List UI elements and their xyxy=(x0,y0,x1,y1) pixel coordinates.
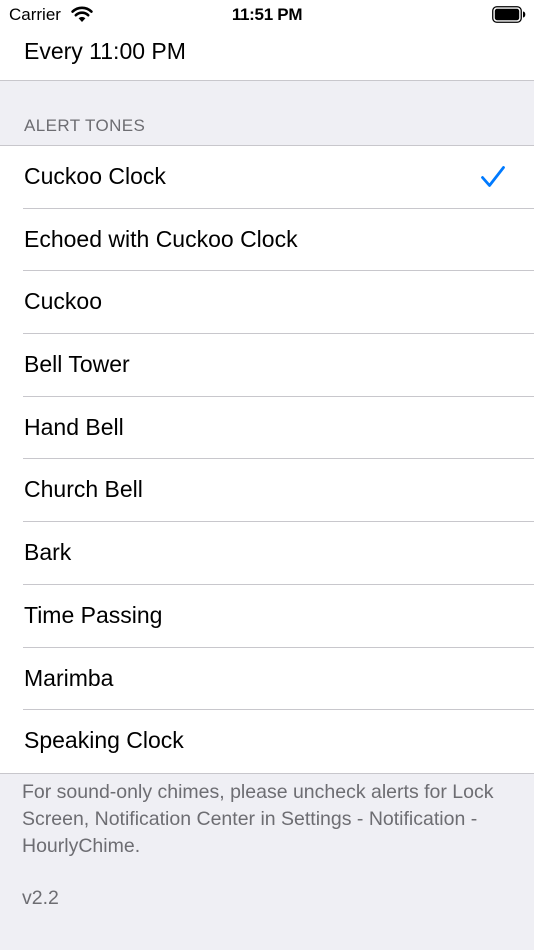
tone-label: Cuckoo xyxy=(24,288,102,315)
battery-icon xyxy=(492,6,526,23)
footer-note: For sound-only chimes, please uncheck al… xyxy=(22,781,494,857)
tone-label: Bark xyxy=(24,539,72,566)
schedule-label: Every 11:00 PM xyxy=(24,38,186,64)
schedule-cell[interactable]: Every 11:00 PM xyxy=(0,30,534,81)
tone-label: Church Bell xyxy=(24,476,143,503)
tone-label: Marimba xyxy=(24,664,114,691)
tone-label: Bell Tower xyxy=(24,351,130,378)
alert-tones-list: Cuckoo Clock Echoed with Cuckoo Clock Cu… xyxy=(0,145,534,774)
tone-row-cuckoo-clock[interactable]: Cuckoo Clock xyxy=(0,146,534,209)
tone-label: Echoed with Cuckoo Clock xyxy=(24,225,298,252)
tone-row-bell-tower[interactable]: Bell Tower xyxy=(0,334,534,397)
tone-label: Hand Bell xyxy=(24,413,124,440)
tone-row-hand-bell[interactable]: Hand Bell xyxy=(0,397,534,460)
tone-label: Time Passing xyxy=(24,601,163,628)
tone-label: Speaking Clock xyxy=(24,727,184,754)
tone-row-speaking-clock[interactable]: Speaking Clock xyxy=(0,710,534,773)
tone-row-cuckoo[interactable]: Cuckoo xyxy=(0,271,534,334)
status-time: 11:51 PM xyxy=(231,5,303,24)
alert-tones-header: ALERT TONES xyxy=(24,116,146,135)
tone-row-bark[interactable]: Bark xyxy=(0,522,534,585)
tone-row-echoed-with-cuckoo-clock[interactable]: Echoed with Cuckoo Clock xyxy=(0,209,534,272)
tone-row-church-bell[interactable]: Church Bell xyxy=(0,459,534,522)
tone-row-time-passing[interactable]: Time Passing xyxy=(0,585,534,648)
status-bar: Carrier 11:51 PM xyxy=(0,0,534,30)
settings-screen: Carrier 11:51 PM Every 11:00 PM ALERT TO… xyxy=(0,0,534,950)
checkmark-icon xyxy=(481,166,505,187)
version-label: v2.2 xyxy=(22,887,59,909)
tone-label: Cuckoo Clock xyxy=(24,163,166,189)
tone-row-marimba[interactable]: Marimba xyxy=(0,648,534,711)
